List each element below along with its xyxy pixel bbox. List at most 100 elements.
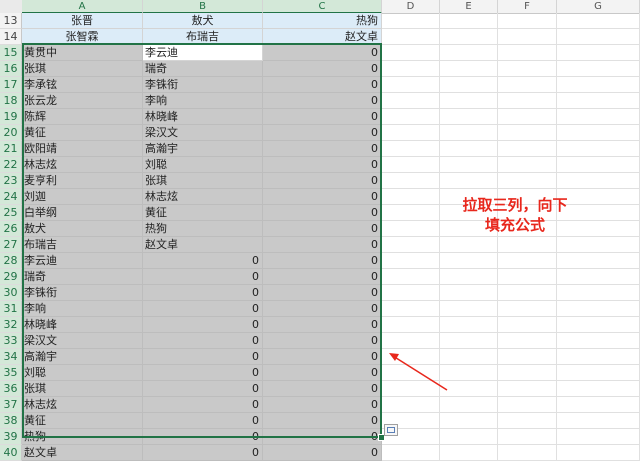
empty-cell[interactable] (498, 61, 557, 77)
cell-b26[interactable]: 热狗 (143, 221, 263, 237)
cell-c24[interactable]: 0 (263, 189, 382, 205)
row-header-15[interactable]: 15 (0, 45, 22, 61)
cell-a20[interactable]: 黄征 (22, 125, 143, 141)
column-header-a[interactable]: A (22, 0, 143, 14)
cell-a26[interactable]: 敖犬 (22, 221, 143, 237)
empty-cell[interactable] (557, 141, 640, 157)
empty-cell[interactable] (498, 413, 557, 429)
row-header-35[interactable]: 35 (0, 365, 22, 381)
cell-a21[interactable]: 欧阳靖 (22, 141, 143, 157)
row-header-25[interactable]: 25 (0, 205, 22, 221)
empty-cell[interactable] (382, 77, 440, 93)
cell-a34[interactable]: 高瀚宇 (22, 349, 143, 365)
empty-cell[interactable] (382, 125, 440, 141)
row-header-40[interactable]: 40 (0, 445, 22, 461)
row-header-20[interactable]: 20 (0, 125, 22, 141)
empty-cell[interactable] (382, 157, 440, 173)
empty-cell[interactable] (498, 237, 557, 253)
empty-cell[interactable] (440, 109, 498, 125)
empty-cell[interactable] (382, 269, 440, 285)
empty-cell[interactable] (498, 29, 557, 45)
empty-cell[interactable] (557, 173, 640, 189)
cell-b24[interactable]: 林志炫 (143, 189, 263, 205)
empty-cell[interactable] (557, 365, 640, 381)
row-header-14[interactable]: 14 (0, 29, 22, 45)
cell-c21[interactable]: 0 (263, 141, 382, 157)
empty-cell[interactable] (498, 253, 557, 269)
empty-cell[interactable] (440, 13, 498, 29)
cell-c23[interactable]: 0 (263, 173, 382, 189)
empty-cell[interactable] (440, 141, 498, 157)
cell-b23[interactable]: 张琪 (143, 173, 263, 189)
cell-a32[interactable]: 林晓峰 (22, 317, 143, 333)
empty-cell[interactable] (557, 381, 640, 397)
cell-a15[interactable]: 黄贯中 (22, 45, 143, 61)
cell-c35[interactable]: 0 (263, 365, 382, 381)
empty-cell[interactable] (382, 317, 440, 333)
cell-a25[interactable]: 白举纲 (22, 205, 143, 221)
column-header-c[interactable]: C (263, 0, 382, 14)
cell-a31[interactable]: 李响 (22, 301, 143, 317)
row-header-38[interactable]: 38 (0, 413, 22, 429)
cell-b15[interactable]: 李云迪 (143, 45, 263, 61)
row-header-17[interactable]: 17 (0, 77, 22, 93)
cell-b19[interactable]: 林晓峰 (143, 109, 263, 125)
row-header-34[interactable]: 34 (0, 349, 22, 365)
cell-b38[interactable]: 0 (143, 413, 263, 429)
empty-cell[interactable] (382, 61, 440, 77)
cell-b36[interactable]: 0 (143, 381, 263, 397)
cell-b21[interactable]: 高瀚宇 (143, 141, 263, 157)
cell-b22[interactable]: 刘聪 (143, 157, 263, 173)
cell-c19[interactable]: 0 (263, 109, 382, 125)
empty-cell[interactable] (498, 125, 557, 141)
cell-a24[interactable]: 刘迦 (22, 189, 143, 205)
cell-b16[interactable]: 瑞奇 (143, 61, 263, 77)
row-header-16[interactable]: 16 (0, 61, 22, 77)
empty-cell[interactable] (440, 397, 498, 413)
empty-cell[interactable] (498, 77, 557, 93)
column-header-f[interactable]: F (498, 0, 557, 13)
empty-cell[interactable] (498, 157, 557, 173)
empty-cell[interactable] (382, 13, 440, 29)
row-header-13[interactable]: 13 (0, 13, 22, 29)
row-header-26[interactable]: 26 (0, 221, 22, 237)
empty-cell[interactable] (557, 317, 640, 333)
row-header-21[interactable]: 21 (0, 141, 22, 157)
cell-a22[interactable]: 林志炫 (22, 157, 143, 173)
empty-cell[interactable] (382, 445, 440, 461)
cell-b17[interactable]: 李铢衔 (143, 77, 263, 93)
empty-cell[interactable] (557, 109, 640, 125)
empty-cell[interactable] (440, 269, 498, 285)
empty-cell[interactable] (440, 125, 498, 141)
row-header-29[interactable]: 29 (0, 269, 22, 285)
empty-cell[interactable] (440, 29, 498, 45)
cell-b40[interactable]: 0 (143, 445, 263, 461)
empty-cell[interactable] (440, 61, 498, 77)
empty-cell[interactable] (498, 45, 557, 61)
cell-b29[interactable]: 0 (143, 269, 263, 285)
row-header-27[interactable]: 27 (0, 237, 22, 253)
cell-b34[interactable]: 0 (143, 349, 263, 365)
empty-cell[interactable] (557, 29, 640, 45)
empty-cell[interactable] (440, 93, 498, 109)
row-header-36[interactable]: 36 (0, 381, 22, 397)
empty-cell[interactable] (382, 221, 440, 237)
cell-b30[interactable]: 0 (143, 285, 263, 301)
empty-cell[interactable] (440, 45, 498, 61)
cell-c40[interactable]: 0 (263, 445, 382, 461)
empty-cell[interactable] (382, 141, 440, 157)
empty-cell[interactable] (498, 349, 557, 365)
cell-b13[interactable]: 敖犬 (143, 13, 263, 29)
empty-cell[interactable] (498, 317, 557, 333)
empty-cell[interactable] (440, 317, 498, 333)
cell-b37[interactable]: 0 (143, 397, 263, 413)
empty-cell[interactable] (498, 173, 557, 189)
cell-a13[interactable]: 张晋 (22, 13, 143, 29)
cell-b20[interactable]: 梁汉文 (143, 125, 263, 141)
cell-a36[interactable]: 张琪 (22, 381, 143, 397)
empty-cell[interactable] (440, 253, 498, 269)
cell-b32[interactable]: 0 (143, 317, 263, 333)
cell-c18[interactable]: 0 (263, 93, 382, 109)
cell-a37[interactable]: 林志炫 (22, 397, 143, 413)
empty-cell[interactable] (557, 445, 640, 461)
